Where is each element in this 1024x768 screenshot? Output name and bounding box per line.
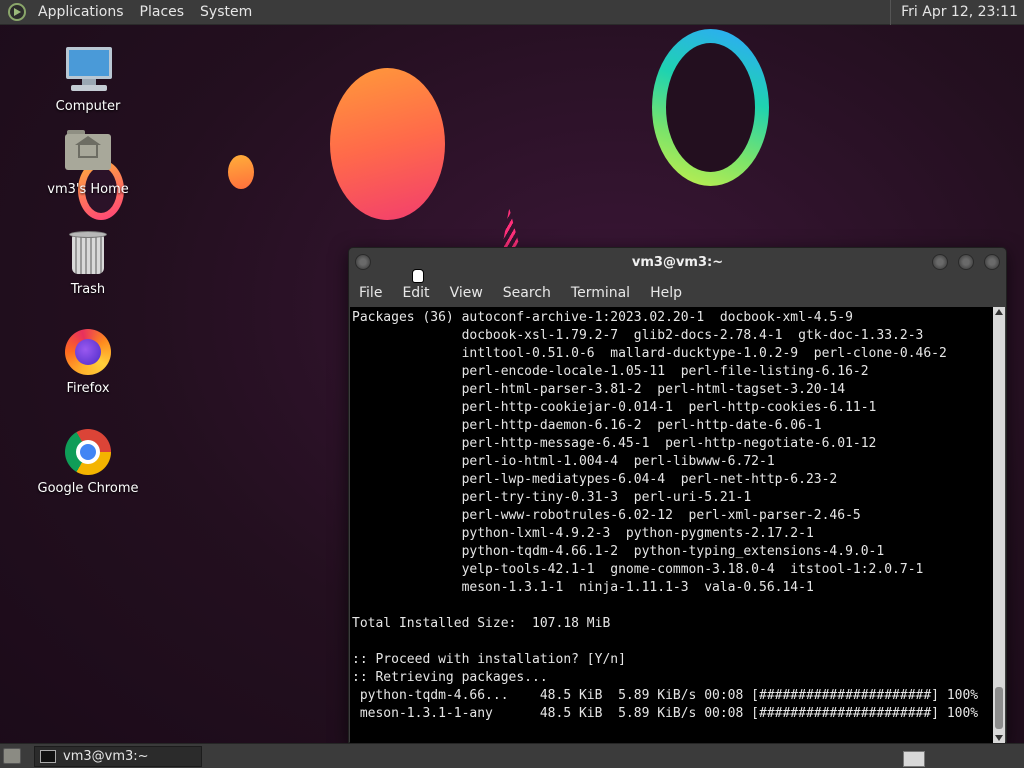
scroll-down-arrow-icon[interactable] [995,735,1003,741]
desktop-icon-computer[interactable]: Computer [33,45,143,114]
bottom-panel: vm3@vm3:~ [0,743,1024,768]
menu-terminal[interactable]: Terminal [561,281,640,305]
terminal-line: meson-1.3.1-1-any 48.5 KiB 5.89 KiB/s 00… [352,706,979,721]
taskbar-item-terminal[interactable]: vm3@vm3:~ [34,746,202,767]
top-panel: Applications Places System Fri Apr 12, 2… [0,0,1024,25]
show-desktop-icon[interactable] [3,748,21,764]
window-title: vm3@vm3:~ [631,255,724,270]
applications-menu[interactable]: Applications [30,0,132,25]
window-titlebar[interactable]: vm3@vm3:~ [349,248,1006,278]
terminal-line: :: Retrieving packages... [352,670,548,685]
terminal-line: python-lxml-4.9.2-3 python-pygments-2.17… [352,526,814,541]
terminal-line: perl-try-tiny-0.31-3 perl-uri-5.21-1 [352,490,752,505]
terminal-line: perl-www-robotrules-6.02-12 perl-xml-par… [352,508,861,523]
terminal-line: Packages (36) autoconf-archive-1:2023.02… [352,310,853,325]
desktop-icon-label: Firefox [66,381,110,396]
terminal-line: perl-html-parser-3.81-2 perl-html-tagset… [352,382,846,397]
desktop-icon-label: Google Chrome [37,481,139,496]
scroll-up-arrow-icon[interactable] [995,309,1003,315]
terminal-line: meson-1.3.1-1 ninja-1.11.1-3 vala-0.56.1… [352,580,814,595]
desktop-icon-label: Trash [70,282,106,297]
wallpaper-rainbow-ring [652,29,769,186]
hand-cursor-icon [412,269,424,283]
trash-icon [63,228,113,278]
terminal-line: perl-http-cookiejar-0.014-1 perl-http-co… [352,400,877,415]
terminal-line: perl-encode-locale-1.05-11 perl-file-lis… [352,364,869,379]
distro-logo-icon[interactable] [8,3,26,21]
close-button[interactable] [984,254,1000,270]
terminal-line: perl-http-message-6.45-1 perl-http-negot… [352,436,877,451]
maximize-button[interactable] [958,254,974,270]
desktop-icon-label: vm3's Home [47,182,129,197]
terminal-menubar: File Edit View Search Terminal Help [349,281,692,305]
system-menu[interactable]: System [192,0,260,25]
menu-search[interactable]: Search [493,281,561,305]
scrollbar-thumb[interactable] [995,687,1003,729]
desktop-icon-trash[interactable]: Trash [33,228,143,297]
menu-help[interactable]: Help [640,281,692,305]
wallpaper-stripes [502,208,520,248]
terminal-line: perl-io-html-1.004-4 perl-libwww-6.72-1 [352,454,775,469]
terminal-line: python-tqdm-4.66.1-2 python-typing_exten… [352,544,885,559]
workspace-switcher[interactable] [903,751,925,767]
terminal-output[interactable]: Packages (36) autoconf-archive-1:2023.02… [350,307,994,743]
terminal-icon [40,750,56,763]
wallpaper-orange-ellipse [330,68,445,220]
minimize-button[interactable] [932,254,948,270]
terminal-line: docbook-xsl-1.79.2-7 glib2-docs-2.78.4-1… [352,328,924,343]
taskbar-item-label: vm3@vm3:~ [63,749,149,764]
home-folder-icon [63,128,113,178]
terminal-window[interactable]: vm3@vm3:~ File Edit View Search Terminal… [348,247,1007,743]
desktop-icon-label: Computer [55,99,121,114]
chrome-icon [63,427,113,477]
terminal-scrollbar[interactable] [993,307,1005,743]
clock[interactable]: Fri Apr 12, 23:11 [890,0,1018,25]
desktop-icon-chrome[interactable]: Google Chrome [33,427,143,496]
terminal-line: :: Proceed with installation? [Y/n] [352,652,626,667]
computer-icon [63,45,113,95]
terminal-line: python-tqdm-4.66... 48.5 KiB 5.89 KiB/s … [352,688,979,703]
terminal-line: perl-lwp-mediatypes-6.04-4 perl-net-http… [352,472,838,487]
desktop-icon-home[interactable]: vm3's Home [33,128,143,197]
desktop-icon-firefox[interactable]: Firefox [33,327,143,396]
terminal-line: yelp-tools-42.1-1 gnome-common-3.18.0-4 … [352,562,924,577]
terminal-line: Total Installed Size: 107.18 MiB [352,616,611,631]
wallpaper-small-ellipse [228,155,254,189]
menu-file[interactable]: File [349,281,392,305]
firefox-icon [63,327,113,377]
terminal-line: perl-http-daemon-6.16-2 perl-http-date-6… [352,418,822,433]
places-menu[interactable]: Places [132,0,193,25]
menu-edit[interactable]: Edit [392,281,439,305]
menu-view[interactable]: View [440,281,493,305]
terminal-line: intltool-0.51.0-6 mallard-ducktype-1.0.2… [352,346,947,361]
